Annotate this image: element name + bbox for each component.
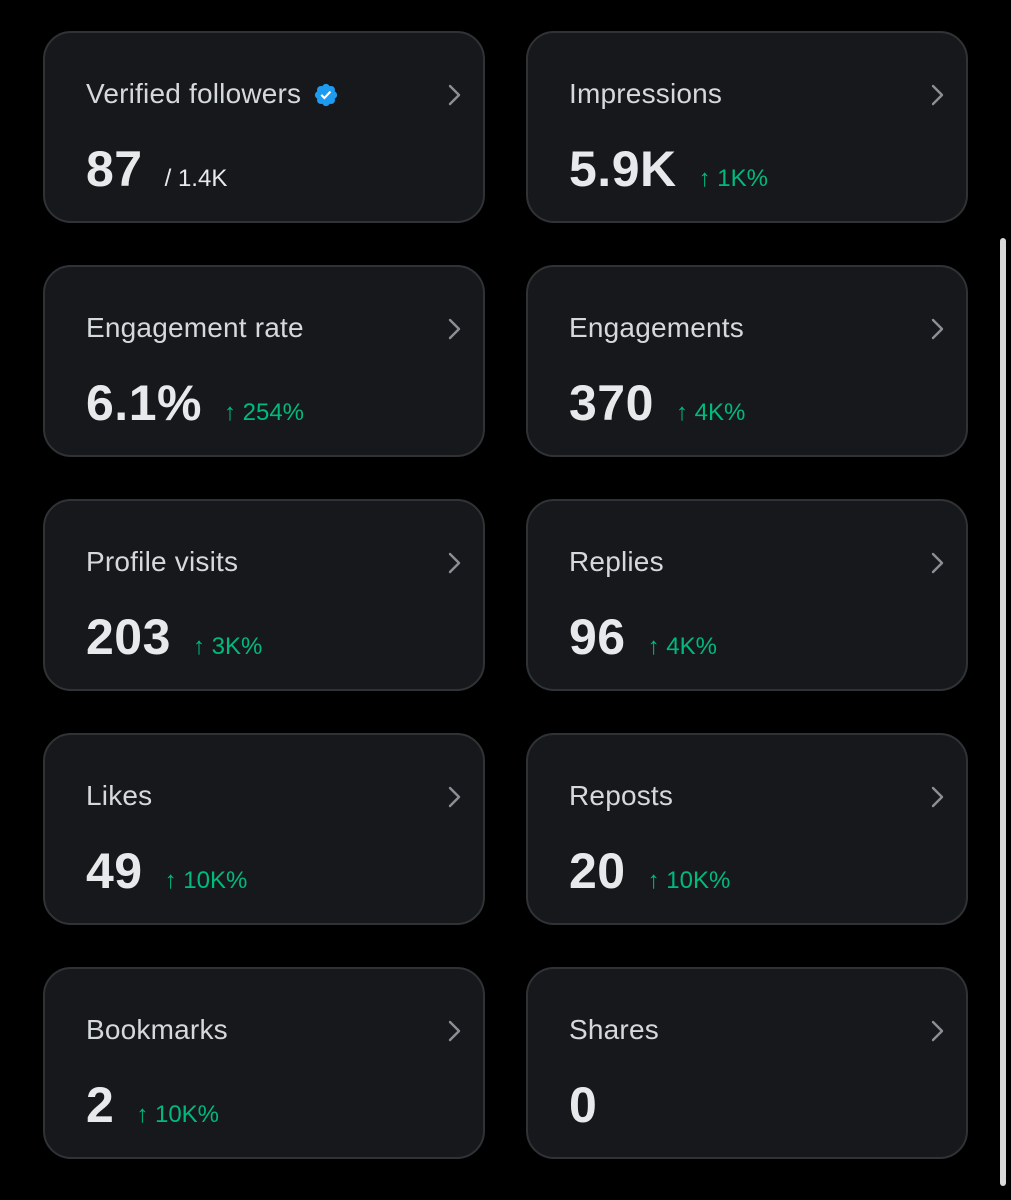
card-value: 203 [86,609,171,665]
scrollbar[interactable] [1000,238,1006,1186]
card-engagements[interactable]: Engagements 370 ↑ 4K% [526,265,968,457]
card-value: 0 [569,1077,598,1133]
chevron-right-icon [931,786,944,808]
card-value: 5.9K [569,141,677,197]
card-title: Engagements [569,312,744,343]
card-value-row: 6.1% ↑ 254% [86,375,304,431]
card-shares[interactable]: Shares 0 [526,967,968,1159]
card-change: ↑ 3K% [192,633,263,660]
card-title: Impressions [569,78,723,109]
card-title-wrap: Verified followers [86,77,339,111]
card-value-row: 2 ↑ 10K% [86,1077,219,1133]
card-title: Engagement rate [86,312,304,343]
card-replies[interactable]: Replies 96 ↑ 4K% [526,499,968,691]
verified-badge-icon [315,83,338,107]
card-value-row: 87 / 1.4K [86,141,227,197]
chevron-right-icon [931,1020,944,1042]
card-value: 370 [569,375,654,431]
card-value-row: 370 ↑ 4K% [569,375,745,431]
card-value: 2 [86,1077,115,1133]
card-value: 6.1% [86,375,202,431]
card-reposts[interactable]: Reposts 20 ↑ 10K% [526,733,968,925]
card-value-row: 96 ↑ 4K% [569,609,717,665]
card-impressions[interactable]: Impressions 5.9K ↑ 1K% [526,31,968,223]
card-engagement-rate[interactable]: Engagement rate 6.1% ↑ 254% [43,265,485,457]
chevron-right-icon [448,786,461,808]
card-verified-followers[interactable]: Verified followers 87 / 1.4K [43,31,485,223]
card-title: Reposts [569,780,674,811]
card-change: ↑ 1K% [698,165,768,192]
card-change: ↑ 10K% [164,867,248,894]
card-value: 87 [86,141,143,197]
card-value-row: 5.9K ↑ 1K% [569,141,768,197]
card-title: Profile visits [86,546,239,577]
card-total: / 1.4K [164,165,228,192]
card-title: Bookmarks [86,1014,228,1045]
card-title: Shares [569,1014,659,1045]
chevron-right-icon [931,318,944,340]
card-value: 96 [569,609,626,665]
analytics-cards-grid: Verified followers 87 / 1.4K Impressions… [43,31,968,1159]
chevron-right-icon [448,552,461,574]
card-change: ↑ 254% [223,399,305,426]
card-profile-visits[interactable]: Profile visits 203 ↑ 3K% [43,499,485,691]
chevron-right-icon [448,1020,461,1042]
card-title: Likes [86,780,153,811]
card-bookmarks[interactable]: Bookmarks 2 ↑ 10K% [43,967,485,1159]
chevron-right-icon [448,318,461,340]
card-value: 20 [569,843,626,899]
chevron-right-icon [931,552,944,574]
card-value-row: 20 ↑ 10K% [569,843,730,899]
card-change: ↑ 10K% [647,867,731,894]
card-change: ↑ 10K% [136,1101,220,1128]
card-title: Replies [569,546,664,577]
card-likes[interactable]: Likes 49 ↑ 10K% [43,733,485,925]
scrollbar-thumb[interactable] [1000,238,1006,1186]
card-value-row: 203 ↑ 3K% [86,609,262,665]
card-title: Verified followers [86,78,302,109]
card-value: 49 [86,843,143,899]
card-value-row: 0 [569,1077,597,1133]
card-change: ↑ 4K% [675,399,746,426]
card-value-row: 49 ↑ 10K% [86,843,247,899]
card-change: ↑ 4K% [647,633,717,660]
chevron-right-icon [931,84,944,106]
chevron-right-icon [448,84,461,106]
